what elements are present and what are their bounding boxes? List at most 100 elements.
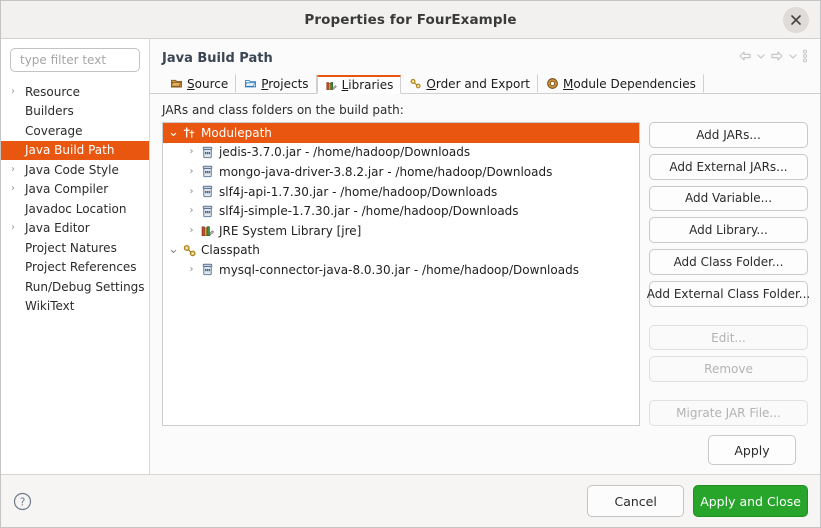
- tree-row[interactable]: › JRE System Library [jre]: [163, 221, 639, 241]
- source-folder-icon: [170, 77, 183, 90]
- jar-icon: [199, 262, 215, 278]
- back-dropdown-chevron-icon[interactable]: [756, 51, 766, 61]
- tree-row-label: Modulepath: [201, 125, 272, 140]
- chevron-right-icon[interactable]: ›: [184, 206, 199, 216]
- tree-row[interactable]: ⌄ Modulepath: [163, 123, 639, 143]
- sidebar-item-java-compiler[interactable]: › Java Compiler: [1, 180, 149, 200]
- header-toolbar: [738, 49, 808, 63]
- jre-library-icon: [199, 223, 215, 239]
- add-external-jars-button[interactable]: Add External JARs...: [649, 153, 808, 180]
- apply-and-close-button[interactable]: Apply and Close: [693, 485, 808, 517]
- classpath-icon: [181, 242, 197, 258]
- page-title: Java Build Path: [162, 50, 273, 66]
- add-library-button[interactable]: Add Library...: [649, 217, 808, 244]
- chevron-right-icon[interactable]: ›: [11, 184, 25, 194]
- tree-row-label: mysql-connector-java-8.0.30.jar - /home/…: [219, 262, 579, 277]
- forward-dropdown-chevron-icon[interactable]: [788, 51, 798, 61]
- sidebar-item-wikitext[interactable]: WikiText: [1, 297, 149, 317]
- sidebar-item-label: Resource: [25, 84, 81, 99]
- libraries-books-icon: [325, 79, 338, 92]
- apply-row: Apply: [162, 426, 808, 474]
- add-class-folder-button[interactable]: Add Class Folder...: [649, 249, 808, 275]
- sidebar-item-coverage[interactable]: Coverage: [1, 121, 149, 141]
- chevron-right-icon[interactable]: ›: [184, 186, 199, 197]
- tree-row[interactable]: › mongo-java-driver-3.8.2.jar - /home/had…: [163, 162, 639, 182]
- sidebar-item-resource[interactable]: › Resource: [1, 82, 149, 102]
- tree-row[interactable]: › slf4j-simple-1.7.30.jar - /home/hadoop/…: [163, 201, 639, 221]
- jar-icon: [199, 203, 215, 219]
- tab-projects[interactable]: Projects: [236, 74, 317, 93]
- sidebar-item-run-debug-settings[interactable]: Run/Debug Settings: [1, 277, 149, 297]
- tab-libraries[interactable]: Libraries: [316, 75, 402, 94]
- modulepath-icon: [181, 125, 197, 141]
- tree-row[interactable]: › jedis-3.7.0.jar - /home/hadoop/Download…: [163, 143, 639, 163]
- sidebar-item-project-references[interactable]: Project References: [1, 258, 149, 278]
- migrate-jar-file-button: Migrate JAR File...: [649, 400, 808, 427]
- sidebar-item-java-code-style[interactable]: › Java Code Style: [1, 160, 149, 180]
- tab-label: Module Dependencies: [563, 76, 696, 91]
- sidebar-item-label: Javadoc Location: [25, 201, 127, 216]
- chevron-right-icon[interactable]: ›: [11, 223, 25, 233]
- apply-button[interactable]: Apply: [708, 435, 796, 465]
- build-path-tabs: Source Projects Libraries Order and Export M…: [150, 69, 820, 94]
- settings-sidebar: ›ResourceBuildersCoverageJava Build Path…: [1, 39, 150, 474]
- sidebar-item-javadoc-location[interactable]: Javadoc Location: [1, 199, 149, 219]
- jar-icon: [199, 164, 215, 180]
- chevron-right-icon[interactable]: ›: [11, 164, 25, 175]
- sidebar-item-label: Builders: [25, 104, 74, 119]
- jar-icon: [199, 184, 215, 200]
- add-external-class-folder-button[interactable]: Add External Class Folder...: [647, 280, 810, 307]
- module-dependencies-icon: [546, 77, 559, 90]
- list-caption: JARs and class folders on the build path…: [162, 103, 404, 117]
- close-icon[interactable]: [783, 6, 809, 33]
- tree-row-label: jedis-3.7.0.jar - /home/hadoop/Downloads: [219, 145, 471, 160]
- tab-module-dependencies[interactable]: Module Dependencies: [538, 74, 704, 93]
- chevron-down-icon[interactable]: ⌄: [166, 243, 181, 256]
- tab-label: Projects: [261, 76, 309, 91]
- sidebar-item-label: WikiText: [25, 299, 75, 314]
- chevron-right-icon[interactable]: ›: [184, 166, 199, 177]
- view-menu-icon[interactable]: [802, 49, 808, 63]
- dialog-body: ›ResourceBuildersCoverageJava Build Path…: [1, 39, 820, 474]
- build-path-tree[interactable]: ⌄ Modulepath › jedis-3.7.0.jar - /home/hado…: [162, 122, 640, 426]
- jar-icon: [199, 144, 215, 160]
- content-pane: Java Build Path Source Projects Librarie…: [150, 39, 820, 474]
- content-header: Java Build Path: [150, 39, 820, 69]
- sidebar-item-label: Java Code Style: [25, 162, 119, 177]
- sidebar-tree: › Resource Builders Coverage Java Build Path…: [1, 82, 149, 474]
- sidebar-item-java-editor[interactable]: › Java Editor: [1, 219, 149, 239]
- tree-row[interactable]: › mysql-connector-java-8.0.30.jar - /home…: [163, 260, 639, 280]
- tab-source[interactable]: Source: [162, 74, 237, 93]
- tab-label: Order and Export: [426, 76, 530, 91]
- tree-row[interactable]: › slf4j-api-1.7.30.jar - /home/hadoop/Dow…: [163, 182, 639, 202]
- tree-row-label: slf4j-api-1.7.30.jar - /home/hadoop/Down…: [219, 184, 498, 199]
- chevron-right-icon[interactable]: ›: [184, 264, 199, 275]
- sidebar-item-builders[interactable]: Builders: [1, 102, 149, 122]
- sidebar-item-label: Coverage: [25, 123, 83, 138]
- tab-order-and-export[interactable]: Order and Export: [401, 74, 538, 93]
- cancel-button[interactable]: Cancel: [587, 485, 685, 517]
- tree-row[interactable]: ⌄ Classpath: [163, 241, 639, 261]
- chevron-down-icon[interactable]: ⌄: [166, 126, 181, 139]
- build-path-actions: Add JARs... Add External JARs... Add Varia…: [647, 122, 810, 427]
- forward-arrow-icon[interactable]: [770, 50, 784, 62]
- sidebar-item-java-build-path[interactable]: Java Build Path: [1, 140, 149, 160]
- sidebar-item-project-natures[interactable]: Project Natures: [1, 238, 149, 258]
- sidebar-item-label: Project Natures: [25, 240, 117, 255]
- sidebar-item-label: Run/Debug Settings: [25, 279, 145, 294]
- tab-label: Source: [187, 76, 229, 91]
- help-icon[interactable]: ?: [13, 492, 32, 511]
- chevron-right-icon[interactable]: ›: [184, 147, 199, 157]
- back-arrow-icon[interactable]: [738, 50, 752, 62]
- sidebar-item-label: Java Editor: [25, 221, 90, 236]
- chevron-right-icon[interactable]: ›: [11, 86, 25, 97]
- tree-row-label: mongo-java-driver-3.8.2.jar - /home/hado…: [219, 164, 553, 179]
- chevron-right-icon[interactable]: ›: [184, 225, 199, 236]
- filter-input[interactable]: [10, 48, 140, 72]
- add-variable-button[interactable]: Add Variable...: [649, 185, 808, 212]
- dialog-title: Properties for FourExample: [304, 11, 517, 28]
- tree-row-label: slf4j-simple-1.7.30.jar - /home/hadoop/D…: [219, 204, 519, 219]
- tree-row-label: JRE System Library [jre]: [219, 223, 362, 238]
- dialog-titlebar: Properties for FourExample: [1, 1, 820, 39]
- add-jars-button[interactable]: Add JARs...: [649, 122, 808, 148]
